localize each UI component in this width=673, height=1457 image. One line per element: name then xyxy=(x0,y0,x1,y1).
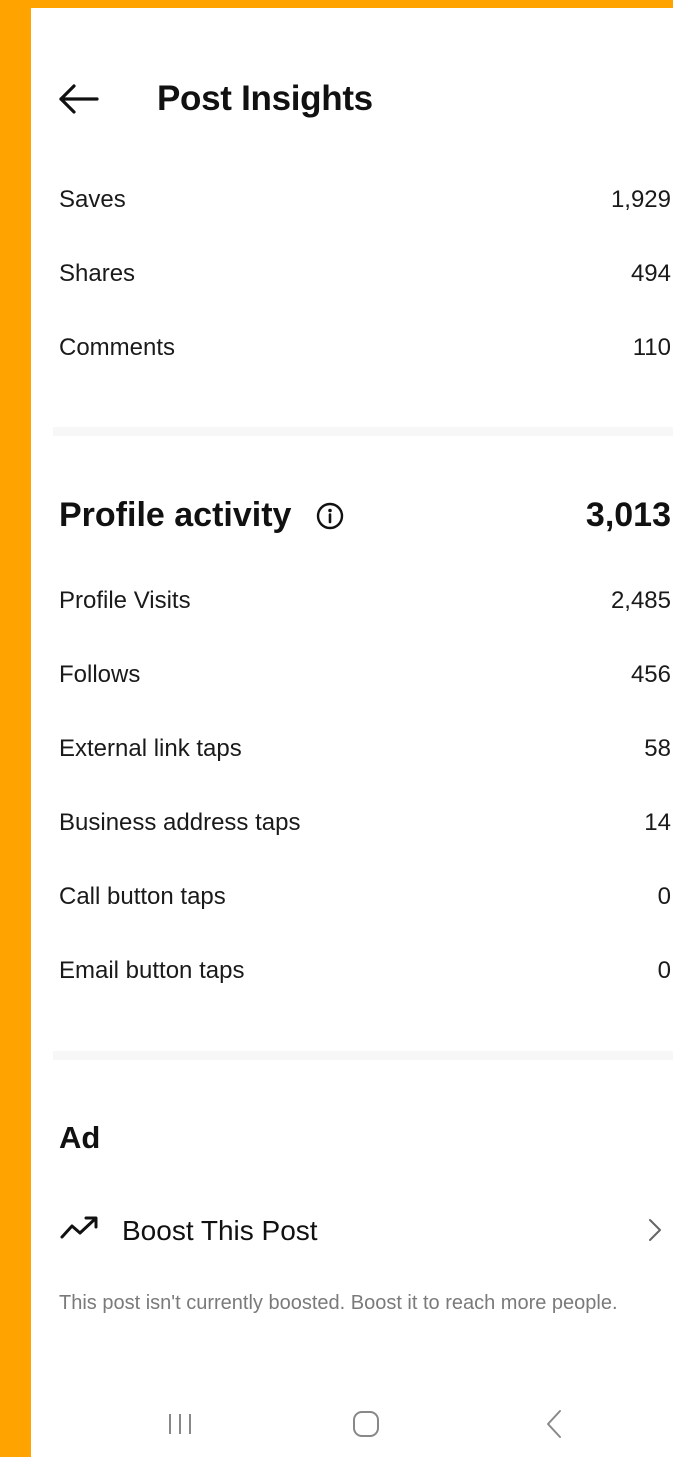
metric-row-shares: Shares 494 xyxy=(31,249,673,299)
metric-row-follows: Follows 456 xyxy=(31,650,673,700)
metric-label: Shares xyxy=(59,260,136,287)
metric-label: Saves xyxy=(59,186,126,213)
metric-value: 110 xyxy=(632,334,671,361)
metric-row-email-button-taps: Email button taps 0 xyxy=(31,946,673,996)
metric-label: Profile Visits xyxy=(59,587,191,614)
section-total: 3,013 xyxy=(585,496,671,534)
metric-row-external-link-taps: External link taps 58 xyxy=(31,724,673,774)
trending-up-icon xyxy=(60,1216,98,1239)
metric-row-saves: Saves 1,929 xyxy=(31,175,673,225)
metric-label: Business address taps xyxy=(59,809,301,836)
metric-value: 456 xyxy=(630,661,671,688)
info-circle-icon[interactable] xyxy=(315,501,345,531)
app-screen: Post Insights Saves 1,929 Shares 494 Com… xyxy=(31,8,673,1457)
metric-value: 58 xyxy=(644,735,671,762)
nav-back-icon[interactable] xyxy=(524,1401,584,1447)
chevron-right-icon xyxy=(649,1219,661,1241)
metric-row-comments: Comments 110 xyxy=(31,323,673,373)
metric-value: 0 xyxy=(657,883,671,910)
metric-row-profile-visits: Profile Visits 2,485 xyxy=(31,576,673,626)
ad-section-title: Ad xyxy=(59,1120,101,1155)
boost-post-button[interactable]: Boost This Post xyxy=(31,1203,673,1259)
metric-label: Call button taps xyxy=(59,883,226,910)
page-title: Post Insights xyxy=(157,79,373,118)
metric-label: Email button taps xyxy=(59,957,245,984)
arrow-left-icon[interactable] xyxy=(57,81,101,117)
metric-value: 0 xyxy=(657,957,671,984)
home-icon[interactable] xyxy=(336,1401,396,1447)
status-bar xyxy=(31,8,673,38)
metric-row-call-button-taps: Call button taps 0 xyxy=(31,872,673,922)
metric-value: 2,485 xyxy=(610,587,671,614)
boost-description: This post isn't currently boosted. Boost… xyxy=(59,1292,618,1314)
metric-value: 494 xyxy=(630,260,671,287)
profile-activity-header: Profile activity 3,013 xyxy=(31,488,673,548)
system-nav-bar xyxy=(31,1391,673,1457)
section-divider xyxy=(53,1051,673,1060)
metric-label: Follows xyxy=(59,661,141,688)
metric-label: External link taps xyxy=(59,735,242,762)
metric-label: Comments xyxy=(59,334,176,361)
recents-icon[interactable] xyxy=(150,1401,210,1447)
header: Post Insights xyxy=(31,63,673,133)
boost-post-label: Boost This Post xyxy=(122,1215,318,1246)
metric-value: 14 xyxy=(644,809,671,836)
section-divider xyxy=(53,427,673,436)
section-title: Profile activity xyxy=(59,496,292,534)
metric-value: 1,929 xyxy=(610,186,671,213)
metric-row-business-address-taps: Business address taps 14 xyxy=(31,798,673,848)
